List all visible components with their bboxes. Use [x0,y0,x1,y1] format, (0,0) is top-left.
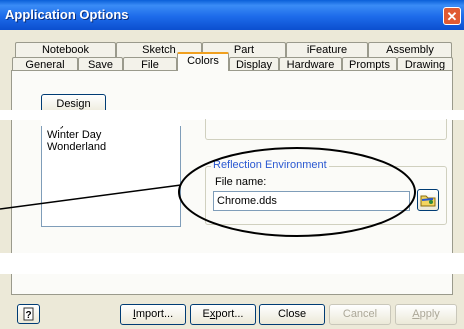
tab-colors[interactable]: Colors [177,52,229,71]
annotation-ellipse [178,147,416,237]
application-options-dialog: Application Options ✕ Notebook Sketch Pa… [0,0,464,329]
annotation-overlay [0,147,416,237]
annotation-pointer-line [0,184,182,210]
